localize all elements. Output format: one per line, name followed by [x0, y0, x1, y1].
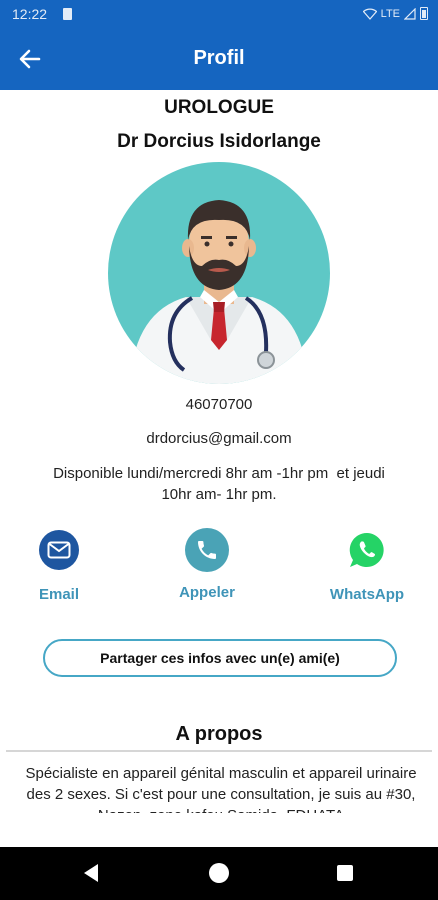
- doctor-email: drdorcius@gmail.com: [146, 430, 292, 447]
- sim-card-icon: [63, 8, 72, 20]
- whatsapp-label: WhatsApp: [329, 586, 405, 603]
- page-title: Profil: [193, 47, 245, 69]
- email-label: Email: [38, 586, 80, 603]
- app-bar: Profil: [0, 28, 438, 90]
- wifi-icon: [362, 8, 377, 20]
- whatsapp-button[interactable]: WhatsApp: [312, 530, 422, 603]
- envelope-icon: [47, 541, 71, 559]
- status-icons: LTE: [362, 7, 428, 20]
- doctor-phone: 46070700: [185, 396, 253, 413]
- call-icon-circle: [185, 528, 229, 572]
- home-circle-icon[interactable]: [209, 863, 229, 883]
- battery-icon: [420, 7, 428, 20]
- email-icon-circle: [39, 530, 79, 570]
- section-divider: [6, 750, 432, 752]
- doctor-specialty: UROLOGUE: [164, 97, 274, 118]
- recents-square-icon[interactable]: [337, 865, 353, 881]
- share-info-button[interactable]: Partager ces infos avec un(e) ami(e): [43, 639, 397, 677]
- doctor-availability: Disponible lundi/mercredi 8hr am -1hr pm…: [53, 465, 385, 503]
- system-nav-bar: [0, 847, 438, 900]
- signal-icon: [404, 7, 416, 20]
- doctor-avatar: [108, 162, 330, 384]
- status-bar: 12:22 LTE: [0, 0, 438, 28]
- phone-icon: [198, 541, 216, 559]
- about-title: A propos: [175, 723, 263, 745]
- back-triangle-icon[interactable]: [82, 863, 100, 883]
- about-text: Spécialiste en appareil génital masculin…: [25, 765, 417, 813]
- doctor-name: Dr Dorcius Isidorlange: [117, 131, 321, 152]
- whatsapp-icon: [347, 530, 387, 570]
- call-button[interactable]: Appeler: [152, 528, 262, 601]
- email-button[interactable]: Email: [4, 530, 114, 603]
- whatsapp-logo-icon: [349, 532, 384, 567]
- call-label: Appeler: [179, 584, 235, 601]
- status-time: 12:22: [12, 6, 48, 22]
- network-type: LTE: [380, 7, 400, 20]
